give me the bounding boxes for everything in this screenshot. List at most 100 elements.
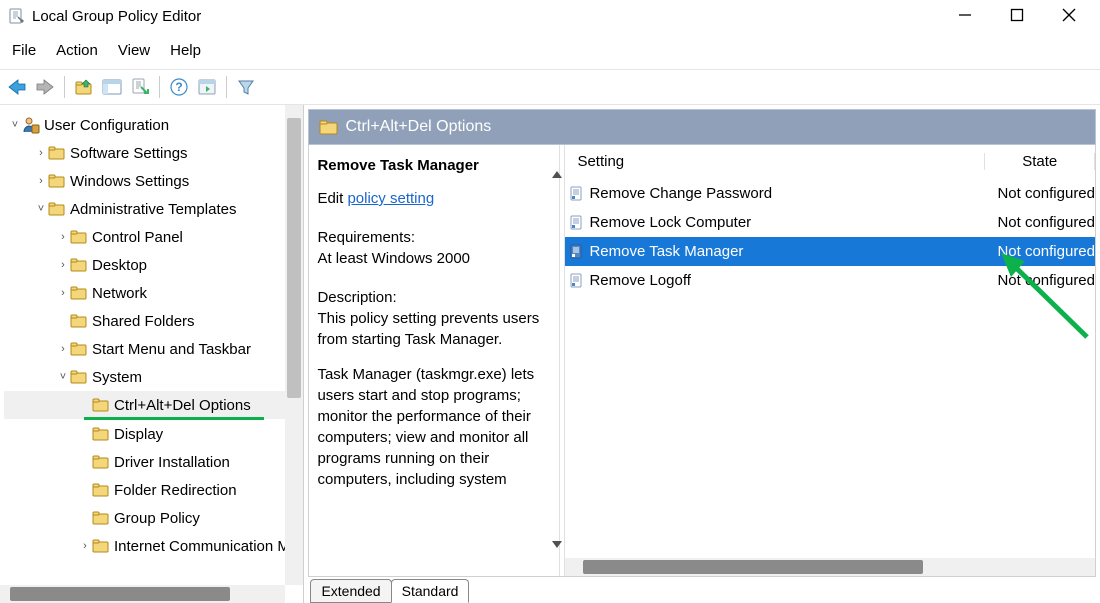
tree-item[interactable]: ˅System xyxy=(4,363,303,391)
tree-vertical-scrollbar[interactable] xyxy=(285,105,303,585)
tree-item[interactable]: ˅ Administrative Templates xyxy=(4,195,303,223)
window-controls xyxy=(950,8,1092,25)
nav-back-button[interactable] xyxy=(4,74,30,100)
column-state[interactable]: State xyxy=(985,153,1095,170)
tree-label: Windows Settings xyxy=(70,173,189,190)
menu-action[interactable]: Action xyxy=(48,40,106,61)
setting-label: Remove Change Password xyxy=(589,185,772,202)
folder-icon xyxy=(70,368,88,386)
policy-icon xyxy=(569,244,585,260)
twisty-icon[interactable]: ˅ xyxy=(8,119,22,131)
setting-row[interactable]: Remove Change Password Not configured xyxy=(565,179,1095,208)
maximize-button[interactable] xyxy=(1002,8,1032,25)
nav-forward-button[interactable] xyxy=(32,74,58,100)
pane-header-title: Ctrl+Alt+Del Options xyxy=(345,118,491,136)
folder-icon xyxy=(70,256,88,274)
folder-icon xyxy=(92,425,110,443)
twisty-icon[interactable]: › xyxy=(56,231,70,243)
settings-columns: Setting State xyxy=(565,145,1095,179)
setting-row[interactable]: Remove LogoffNot configured xyxy=(565,266,1095,295)
policy-icon xyxy=(569,273,585,289)
description-text-2: Task Manager (taskmgr.exe) lets users st… xyxy=(317,364,549,490)
tree-item[interactable]: Group Policy xyxy=(4,504,303,532)
tree-item[interactable]: Driver Installation xyxy=(4,448,303,476)
folder-icon xyxy=(70,312,88,330)
folder-icon xyxy=(70,228,88,246)
tree-pane: ˅ User Configuration ›Software Settings›… xyxy=(0,105,304,603)
close-button[interactable] xyxy=(1054,8,1084,25)
description-panel: Remove Task Manager Edit policy setting … xyxy=(309,145,559,576)
tree-label: Group Policy xyxy=(114,510,200,527)
folder-icon xyxy=(92,509,110,527)
tree-label: Display xyxy=(114,426,163,443)
twisty-icon[interactable]: › xyxy=(34,147,48,159)
tree-root[interactable]: ˅ User Configuration xyxy=(4,111,303,139)
filter-button[interactable] xyxy=(233,74,259,100)
tab-extended[interactable]: Extended xyxy=(310,579,391,603)
tree-label: Administrative Templates xyxy=(70,201,236,218)
tree-item[interactable]: Shared Folders xyxy=(4,307,303,335)
show-hide-tree-button[interactable] xyxy=(99,74,125,100)
up-one-level-button[interactable] xyxy=(71,74,97,100)
tree-horizontal-scrollbar[interactable] xyxy=(0,585,285,603)
desc-title: Remove Task Manager xyxy=(317,155,549,176)
right-body: Remove Task Manager Edit policy setting … xyxy=(308,145,1096,577)
tree-item[interactable]: Folder Redirection xyxy=(4,476,303,504)
setting-row[interactable]: Remove Lock Computer Not configured xyxy=(565,208,1095,237)
twisty-icon[interactable]: ˅ xyxy=(56,371,70,383)
tree-item[interactable]: › Control Panel xyxy=(4,223,303,251)
twisty-icon[interactable]: › xyxy=(56,287,70,299)
tab-standard[interactable]: Standard xyxy=(391,579,470,603)
right-pane: Ctrl+Alt+Del Options Remove Task Manager… xyxy=(304,105,1100,603)
edit-prefix: Edit xyxy=(317,190,347,207)
setting-label: Remove Task Manager xyxy=(589,243,743,260)
setting-row[interactable]: Remove Task ManagerNot configured xyxy=(565,237,1095,266)
tree-item[interactable]: Display xyxy=(4,420,303,448)
tree-label: Control Panel xyxy=(92,229,183,246)
twisty-icon[interactable]: ˅ xyxy=(34,203,48,215)
toolbar: ? xyxy=(0,69,1100,105)
scroll-down-icon[interactable] xyxy=(551,538,563,550)
description-text-1: This policy setting prevents users from … xyxy=(317,308,549,350)
tree-item[interactable]: ›Network xyxy=(4,279,303,307)
tree-label: Software Settings xyxy=(70,145,188,162)
pane-tabs: Extended Standard xyxy=(304,577,1100,603)
tree-label: Driver Installation xyxy=(114,454,230,471)
requirements-label: Requirements: xyxy=(317,227,549,248)
setting-state: Not configured xyxy=(985,214,1095,231)
tree-item[interactable]: Ctrl+Alt+Del Options xyxy=(4,391,303,419)
menu-view[interactable]: View xyxy=(110,40,158,61)
tree-label: Ctrl+Alt+Del Options xyxy=(114,397,251,414)
edit-policy-link[interactable]: policy setting xyxy=(347,190,434,207)
help-button[interactable]: ? xyxy=(166,74,192,100)
folder-icon xyxy=(92,396,110,414)
folder-icon xyxy=(48,200,66,218)
scroll-up-icon[interactable] xyxy=(551,169,563,181)
menu-file[interactable]: File xyxy=(4,40,44,61)
tree-item[interactable]: ›Internet Communication Ma xyxy=(4,532,303,560)
tree-item[interactable]: › Windows Settings xyxy=(4,167,303,195)
settings-panel: Setting State Remove Change Password Not … xyxy=(565,145,1095,576)
properties-button[interactable] xyxy=(194,74,220,100)
settings-horizontal-scrollbar[interactable] xyxy=(565,558,1095,576)
setting-state: Not configured xyxy=(985,185,1095,202)
twisty-icon[interactable]: › xyxy=(56,343,70,355)
tree-item[interactable]: › Software Settings xyxy=(4,139,303,167)
column-setting[interactable]: Setting xyxy=(565,153,985,170)
setting-label: Remove Logoff xyxy=(589,272,690,289)
folder-icon xyxy=(92,453,110,471)
folder-icon xyxy=(319,118,339,136)
tree-item[interactable]: ›Desktop xyxy=(4,251,303,279)
twisty-icon[interactable]: › xyxy=(56,259,70,271)
tree-item[interactable]: ›Start Menu and Taskbar xyxy=(4,335,303,363)
minimize-button[interactable] xyxy=(950,8,980,25)
setting-label: Remove Lock Computer xyxy=(589,214,751,231)
toolbar-separator xyxy=(159,76,160,98)
folder-icon xyxy=(70,284,88,302)
menu-help[interactable]: Help xyxy=(162,40,209,61)
requirements-text: At least Windows 2000 xyxy=(317,248,549,269)
twisty-icon[interactable]: › xyxy=(34,175,48,187)
pane-header: Ctrl+Alt+Del Options xyxy=(308,109,1096,145)
export-list-button[interactable] xyxy=(127,74,153,100)
twisty-icon[interactable]: › xyxy=(78,540,92,552)
